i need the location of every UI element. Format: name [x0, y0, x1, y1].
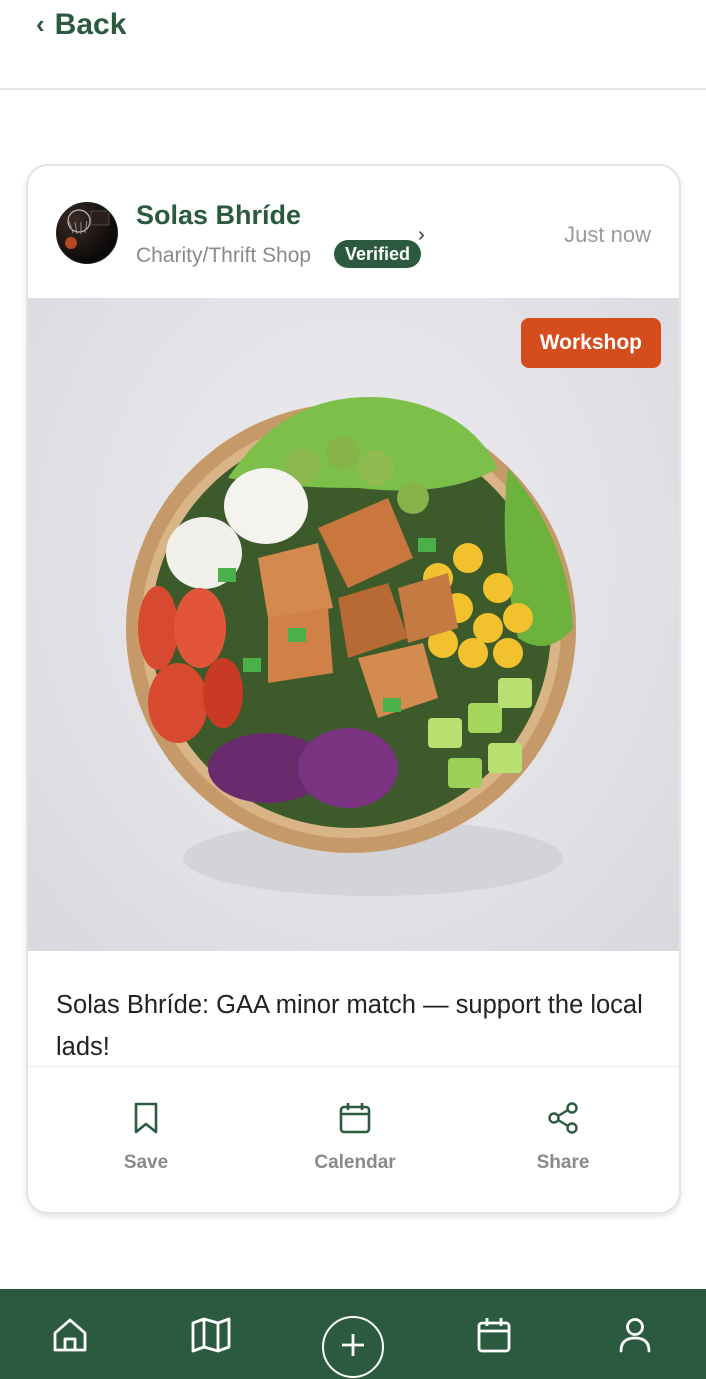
back-button[interactable]: ‹ Back — [36, 8, 126, 42]
calendar-button[interactable]: Calendar — [295, 1096, 415, 1174]
post-header[interactable]: Solas Bhríde Charity/Thrift Shop Verifie… — [28, 166, 679, 298]
share-button[interactable]: Share — [503, 1096, 623, 1174]
calendar-label: Calendar — [314, 1152, 396, 1173]
post-time: Just now — [564, 222, 651, 247]
profile-icon — [617, 1316, 653, 1359]
nav-profile[interactable] — [609, 1311, 661, 1363]
share-icon — [503, 1096, 623, 1140]
top-bar: ‹ Back — [0, 0, 706, 90]
org-name[interactable]: Solas Bhríde — [136, 200, 301, 231]
home-icon — [51, 1316, 89, 1359]
chevron-left-icon: ‹ — [36, 8, 45, 39]
save-label: Save — [123, 1152, 169, 1173]
salad-bowl-illustration — [126, 397, 576, 896]
nav-calendar[interactable] — [468, 1311, 520, 1363]
nav-create[interactable] — [322, 1316, 384, 1378]
org-type: Charity/Thrift Shop — [136, 244, 312, 267]
tag-badge-workshop[interactable]: Workshop — [520, 318, 661, 368]
verified-badge: Verified — [334, 240, 422, 268]
calendar-icon — [476, 1316, 512, 1359]
post-photo[interactable]: Workshop — [28, 298, 679, 951]
post-actions: Save Calendar Share — [28, 1096, 679, 1186]
post-card[interactable]: Solas Bhríde Charity/Thrift Shop Verifie… — [26, 164, 681, 1214]
chevron-right-icon[interactable]: › — [418, 224, 425, 247]
nav-map[interactable] — [185, 1311, 237, 1363]
avatar[interactable] — [56, 202, 118, 264]
map-icon — [190, 1316, 232, 1359]
plus-circle-icon — [339, 1331, 367, 1364]
divider — [28, 1066, 679, 1067]
bottom-nav — [0, 1289, 706, 1379]
share-label: Share — [536, 1152, 590, 1173]
nav-home[interactable] — [44, 1311, 96, 1363]
save-button[interactable]: Save — [86, 1096, 206, 1174]
bookmark-icon — [86, 1096, 206, 1140]
calendar-icon — [295, 1096, 415, 1140]
post-caption: Solas Bhríde: GAA minor match — support … — [56, 991, 643, 1061]
back-label: Back — [54, 8, 127, 41]
